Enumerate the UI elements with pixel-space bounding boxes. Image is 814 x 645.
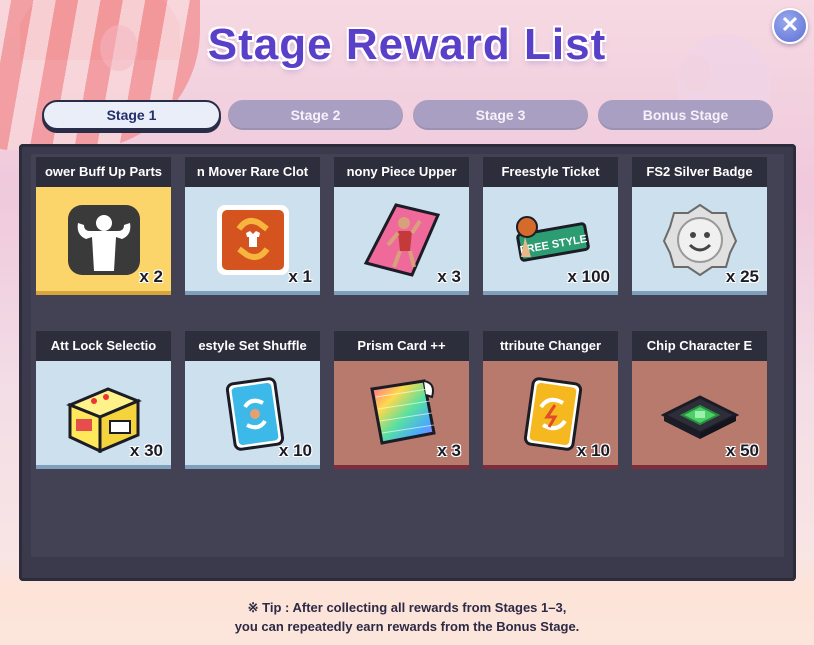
reward-slot: x 3 (334, 187, 469, 295)
reward-name: Att Lock Selectio (36, 331, 171, 361)
reward-quantity: x 10 (278, 441, 312, 460)
reward-card[interactable]: Chip Character E x 50 (632, 331, 767, 469)
reward-name: n Mover Rare Clot (185, 157, 320, 187)
reward-quantity: x 50 (725, 441, 759, 460)
reward-slot: x 2 (36, 187, 171, 295)
reward-slot: x 30 (36, 361, 171, 469)
reward-card[interactable]: FS2 Silver Badge x 25 (632, 157, 767, 295)
reward-card[interactable]: Att Lock Selectio x 30 (36, 331, 171, 469)
reward-card[interactable]: estyle Set Shuffle x 10 (185, 331, 320, 469)
stage-tabs: Stage 1 Stage 2 Stage 3 Bonus Stage (42, 100, 777, 132)
reward-name: nony Piece Upper (334, 157, 469, 187)
tab-stage-2[interactable]: Stage 2 (228, 100, 403, 130)
reward-name: Freestyle Ticket (483, 157, 618, 187)
reward-slot: x 25 (632, 187, 767, 295)
reward-slot: x 3 (334, 361, 469, 469)
page-title: Stage Reward List (207, 20, 607, 69)
reward-card[interactable]: n Mover Rare Clot x 1 (185, 157, 320, 295)
reward-quantity: x 10 (576, 441, 610, 460)
tab-stage-3[interactable]: Stage 3 (413, 100, 588, 130)
tip-text: ※ Tip : After collecting all rewards fro… (0, 598, 814, 636)
dancer-piece-icon (362, 201, 442, 279)
reward-name: Prism Card ++ (334, 331, 469, 361)
reward-quantity: x 25 (725, 267, 759, 286)
muscle-silhouette-icon (64, 201, 144, 279)
reward-quantity: x 3 (437, 441, 461, 460)
prism-card-icon (362, 375, 442, 453)
reward-slot: x 1 (185, 187, 320, 295)
tab-stage-1[interactable]: Stage 1 (42, 100, 221, 130)
reward-card[interactable]: Prism Card ++ x 3 (334, 331, 469, 469)
tab-bonus-stage[interactable]: Bonus Stage (598, 100, 773, 130)
reward-card[interactable]: ower Buff Up Parts x 2 (36, 157, 171, 295)
reward-quantity: x 100 (567, 267, 610, 286)
reward-name: estyle Set Shuffle (185, 331, 320, 361)
reward-slot: x 10 (483, 361, 618, 469)
reward-slot: x 50 (632, 361, 767, 469)
reward-quantity: x 3 (437, 267, 461, 286)
reward-quantity: x 2 (139, 267, 163, 286)
tip-line-1: ※ Tip : After collecting all rewards fro… (247, 600, 567, 615)
reward-card[interactable]: Freestyle Ticket FREE STYLE x 100 (483, 157, 618, 295)
reward-quantity: x 1 (288, 267, 312, 286)
reward-slot: x 10 (185, 361, 320, 469)
reward-panel: ower Buff Up Parts x 2 n Mover Rare Clot (19, 144, 796, 581)
reward-grid: ower Buff Up Parts x 2 n Mover Rare Clot (31, 154, 784, 557)
tip-line-2: you can repeatedly earn rewards from the… (234, 619, 580, 634)
reward-slot: FREE STYLE x 100 (483, 187, 618, 295)
reward-card[interactable]: nony Piece Upper x 3 (334, 157, 469, 295)
reward-quantity: x 30 (129, 441, 163, 460)
outfit-change-icon (213, 201, 293, 279)
reward-name: ower Buff Up Parts (36, 157, 171, 187)
reward-name: FS2 Silver Badge (632, 157, 767, 187)
reward-name: ttribute Changer (483, 331, 618, 361)
reward-name: Chip Character E (632, 331, 767, 361)
reward-card[interactable]: ttribute Changer x 10 (483, 331, 618, 469)
